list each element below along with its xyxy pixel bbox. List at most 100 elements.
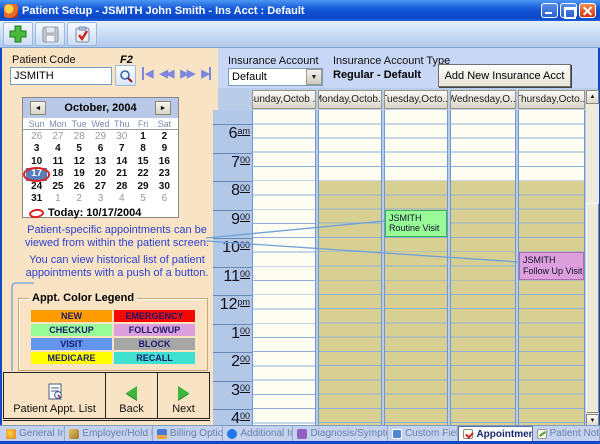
close-button[interactable] (579, 3, 596, 18)
calendar-day[interactable]: 30 (154, 181, 175, 193)
calendar-day[interactable]: 12 (69, 156, 90, 168)
calendar-day[interactable]: 23 (154, 168, 175, 180)
calendar-day[interactable]: 31 (26, 193, 47, 205)
scroll-up-button[interactable]: ▲ (586, 90, 599, 104)
next-record-button[interactable]: ▶▶ (180, 67, 193, 80)
patient-appt-list-button[interactable]: Patient Appt. List (4, 373, 106, 418)
add-patient-button[interactable] (3, 22, 33, 46)
time-label: 12pm (213, 295, 252, 324)
calendar-day[interactable]: 6 (90, 143, 111, 155)
calendar-day[interactable]: 28 (69, 131, 90, 143)
calendar-day[interactable]: 21 (111, 168, 132, 180)
day-column-header[interactable]: Monday,Octob... (318, 90, 382, 109)
patient-code-label: Patient Code (12, 54, 76, 66)
calendar-day[interactable]: 27 (90, 181, 111, 193)
tab-custom-fields[interactable]: Custom Fields (388, 426, 459, 441)
calendar-day[interactable]: 20 (90, 168, 111, 180)
day-column[interactable] (252, 110, 316, 428)
tab-patient-notes[interactable]: Patient Notes (533, 426, 600, 441)
time-label: 200 (213, 352, 252, 381)
today-label[interactable]: Today: 10/17/2004 (48, 207, 141, 219)
tab-label: Appointments (476, 429, 532, 440)
appointment-block[interactable]: JSMITHFollow Up Visit (519, 252, 584, 280)
calendar-day[interactable]: 7 (111, 143, 132, 155)
previous-month-button[interactable]: ◄ (30, 101, 46, 115)
tab-additional-info[interactable]: Additional Info (223, 426, 293, 441)
record-navigator: ◀ ◀◀ ▶▶ ▶ (142, 67, 211, 80)
back-button[interactable]: Back (106, 373, 158, 418)
calendar-day[interactable]: 2 (154, 131, 175, 143)
calendar-day[interactable]: 5 (69, 143, 90, 155)
tab-appointments[interactable]: Appointments (458, 426, 532, 441)
tab-employer-hold-info[interactable]: Employer/Hold Info (65, 426, 152, 441)
calendar-day[interactable]: 1 (47, 193, 68, 205)
custom-tab-icon (392, 429, 402, 439)
patient-search-button[interactable] (115, 65, 136, 86)
next-month-button[interactable]: ► (155, 101, 171, 115)
day-column[interactable] (450, 110, 516, 428)
day-column-header[interactable]: Sunday,Octob ... (252, 90, 316, 109)
appts-tab-icon (463, 429, 473, 439)
patient-code-input[interactable] (10, 67, 112, 85)
insurance-account-select[interactable]: Default ▼ (228, 68, 323, 86)
minimize-button[interactable] (541, 3, 558, 18)
calendar-day[interactable]: 2 (69, 193, 90, 205)
day-column-header[interactable]: Thursday,Octo... (518, 90, 585, 109)
tab-diagnosis-symptoms[interactable]: Diagnosis/Symptoms (293, 426, 388, 441)
calendar-day[interactable]: 16 (154, 156, 175, 168)
calendar-day[interactable]: 5 (132, 193, 153, 205)
calendar-day[interactable]: 24 (26, 181, 47, 193)
last-record-button[interactable]: ▶ (201, 67, 210, 80)
calendar-day[interactable]: 13 (90, 156, 111, 168)
day-column[interactable] (318, 110, 382, 428)
chevron-down-icon[interactable]: ▼ (306, 69, 322, 85)
insurance-account-type-label: Insurance Account Type (333, 55, 450, 67)
day-column-header[interactable]: Wednesday,O... (450, 90, 516, 109)
calendar-day-selected[interactable]: 17 (26, 168, 47, 180)
calendar-day[interactable]: 30 (111, 131, 132, 143)
time-column: 6am7008009001000110012pm100200300400 (213, 110, 252, 428)
calendar-day[interactable]: 1 (132, 131, 153, 143)
tab-general-info[interactable]: General Info (2, 426, 65, 441)
add-new-insurance-acct-button[interactable]: Add New Insurance Acct (438, 64, 571, 87)
scrollbar-thumb[interactable] (586, 203, 599, 413)
calendar-day[interactable]: 15 (132, 156, 153, 168)
time-label: 300 (213, 381, 252, 410)
calendar-day[interactable]: 18 (47, 168, 68, 180)
general-tab-icon (6, 429, 16, 439)
time-label: 700 (213, 153, 252, 182)
calendar-day[interactable]: 4 (47, 143, 68, 155)
previous-record-button[interactable]: ◀◀ (159, 67, 172, 80)
calendar-day[interactable]: 3 (90, 193, 111, 205)
calendar-day[interactable]: 19 (69, 168, 90, 180)
calendar-day[interactable]: 4 (111, 193, 132, 205)
calendar-day[interactable]: 29 (132, 181, 153, 193)
first-record-button[interactable]: ◀ (142, 67, 151, 80)
verify-button[interactable] (67, 22, 97, 46)
day-column-header[interactable]: Tuesday,Octo... (384, 90, 448, 109)
calendar-day[interactable]: 14 (111, 156, 132, 168)
time-label: 900 (213, 210, 252, 239)
appointment-block[interactable]: JSMITHRoutine Visit (385, 210, 447, 238)
day-column[interactable] (384, 110, 448, 428)
calendar-day[interactable]: 28 (111, 181, 132, 193)
calendar-day[interactable]: 9 (154, 143, 175, 155)
calendar-day[interactable]: 22 (132, 168, 153, 180)
calendar-header: ◄ October, 2004 ► (23, 98, 178, 118)
calendar-day[interactable]: 27 (47, 131, 68, 143)
calendar-day[interactable]: 25 (47, 181, 68, 193)
vertical-scrollbar[interactable]: ▲ ▼ (586, 90, 599, 428)
tab-billing-options[interactable]: Billing Options (153, 426, 224, 441)
calendar-day[interactable]: 3 (26, 143, 47, 155)
maximize-button[interactable] (560, 3, 577, 18)
calendar-day[interactable]: 8 (132, 143, 153, 155)
calendar-day[interactable]: 26 (69, 181, 90, 193)
calendar-day[interactable]: 26 (26, 131, 47, 143)
calendar-day[interactable]: 11 (47, 156, 68, 168)
calendar-day[interactable]: 6 (154, 193, 175, 205)
back-arrow-icon (126, 386, 137, 400)
next-button[interactable]: Next (158, 373, 209, 418)
calendar-day[interactable]: 29 (90, 131, 111, 143)
month-calendar: ◄ October, 2004 ► SunMonTueWedThuFriSat … (22, 97, 179, 218)
save-button[interactable] (35, 22, 65, 46)
